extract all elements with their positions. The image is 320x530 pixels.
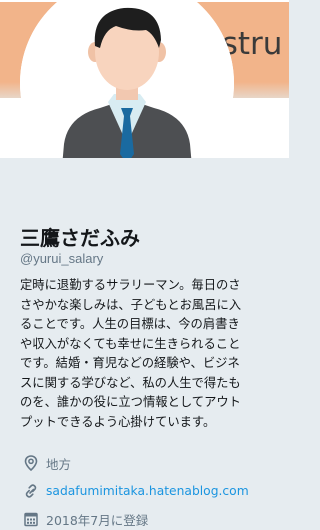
bio-line: や収入がなくても幸せに生きられること [20, 336, 241, 351]
bio-line: です。結婚・育児などの経験や、ビジネ [20, 356, 240, 370]
location-row: 地方 [24, 453, 71, 473]
location-pin-icon [24, 455, 38, 471]
bio-line: スに関する学びなど、私の人生で得たも [20, 375, 241, 390]
website-row[interactable]: sadafumimitaka.hatenablog.com [24, 481, 249, 501]
link-icon [25, 484, 37, 498]
location-text: 地方 [46, 456, 72, 472]
bio-line: プットできるよう心掛けています。 [20, 414, 216, 429]
joined-row: 2018年7月に登録 [24, 509, 148, 529]
display-name: 三鷹さだふみ [20, 228, 140, 250]
website-link[interactable]: sadafumimitaka.hatenablog.com [46, 484, 249, 498]
bio-line: 定時に退勤するサラリーマン。毎日のさ [20, 278, 241, 292]
joined-text: 2018年7月に登録 [46, 512, 149, 528]
bio-line: のを、誰かの役に立つ情報としてアウト [20, 395, 241, 409]
calendar-icon [24, 512, 38, 527]
handle[interactable]: @yurui_salary [20, 251, 103, 266]
bio: 定時に退勤するサラリーマン。毎日のさ さやかな楽しみは、子どもとお風呂に入 るこ… [20, 276, 282, 432]
bio-line: ることです。人生の目標は、今の肩書き [20, 317, 240, 331]
bio-line: さやかな楽しみは、子どもとお風呂に入 [20, 297, 242, 312]
